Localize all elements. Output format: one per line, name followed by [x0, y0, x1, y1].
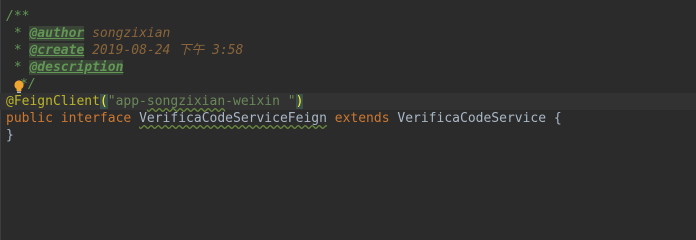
comment-line-author: * @author songzixian	[6, 25, 170, 42]
close-brace-line: }	[6, 127, 14, 144]
gutter-divider	[0, 0, 1, 240]
open-brace: {	[553, 111, 562, 126]
keyword-interface: interface	[60, 111, 132, 126]
keyword-extends: extends	[334, 111, 390, 126]
super-interface-name[interactable]: VerificaCodeService	[397, 111, 546, 126]
open-paren: (	[99, 94, 108, 109]
author-tag: @author	[29, 26, 85, 41]
annotation-line[interactable]: @FeignClient("app-songzixian-weixin ")	[6, 93, 304, 110]
string-part: "app-	[107, 94, 147, 109]
comment-line-create: * @create 2019-08-24 下午 3:58	[6, 42, 243, 59]
interface-name[interactable]: VerificaCodeServiceFeign	[139, 111, 327, 126]
description-tag: @description	[29, 60, 124, 75]
create-value: 2019-08-24 下午 3:58	[84, 43, 244, 58]
feign-client-annotation[interactable]: @FeignClient	[6, 94, 100, 109]
close-brace: }	[6, 128, 14, 143]
comment-star: *	[6, 26, 30, 41]
lightbulb-icon[interactable]	[13, 80, 25, 94]
comment-star: *	[6, 60, 30, 75]
comment-line-open: /**	[6, 8, 29, 25]
comment-line-description: * @description	[6, 59, 124, 76]
comment-open: /**	[6, 9, 30, 24]
string-part: -weixin "	[225, 94, 296, 109]
comment-star: *	[6, 43, 30, 58]
keyword-public: public	[6, 111, 53, 126]
create-tag: @create	[29, 43, 85, 58]
code-editor[interactable]: /** * @author songzixian * @create 2019-…	[0, 0, 696, 240]
close-paren: )	[295, 94, 304, 109]
interface-declaration-line[interactable]: public interface VerificaCodeServiceFeig…	[6, 110, 562, 127]
string-spellcheck[interactable]: songzixian	[147, 94, 225, 109]
author-value: songzixian	[84, 26, 171, 41]
